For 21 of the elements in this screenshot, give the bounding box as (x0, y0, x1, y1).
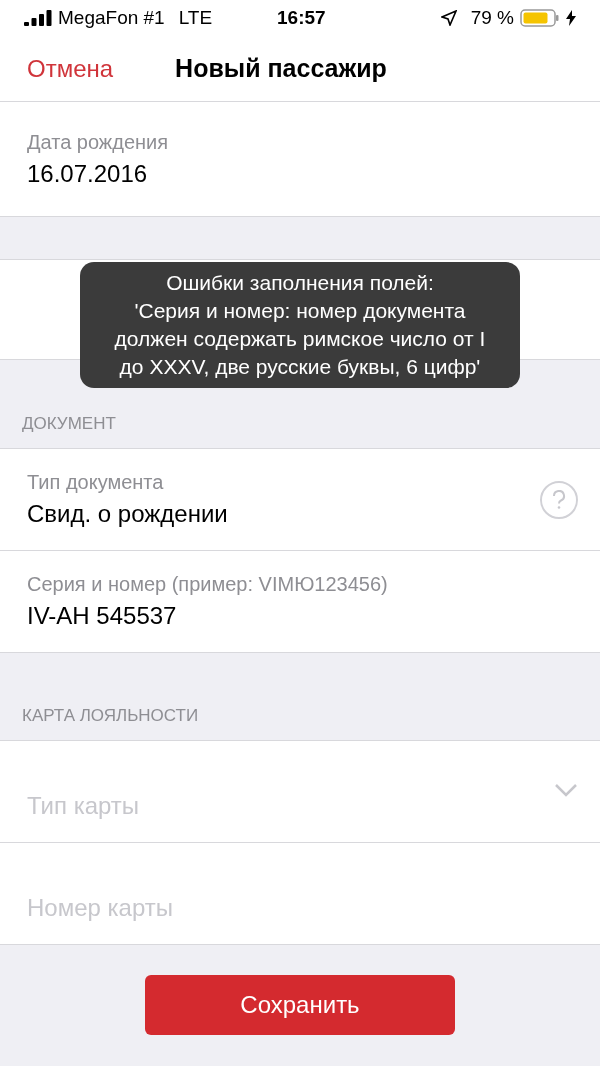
battery-icon (520, 9, 560, 27)
field-value[interactable]: IV-AH 545537 (27, 601, 578, 631)
help-icon[interactable] (540, 480, 578, 519)
carrier-name: MegaFon #1 (58, 5, 165, 30)
clock: 16:57 (277, 5, 326, 30)
chevron-down-icon[interactable] (554, 783, 578, 797)
section-header: КАРТА ЛОЯЛЬНОСТИ (22, 704, 199, 727)
network-type: LTE (178, 5, 213, 30)
field-label: Дата рождения (27, 129, 170, 155)
cancel-button[interactable]: Отмена (27, 50, 114, 87)
field-label: Серия и номер (пример: VIMЮ123456) (27, 572, 389, 597)
error-toast: Ошибки заполнения полей: 'Серия и номер: номер документа должен содержать римское число от I до XXXV, две русские буквы, 6 цифр' (80, 262, 520, 388)
field-value[interactable]: 16.07.2016 (27, 158, 600, 189)
field-value[interactable]: Свид. о рождении (27, 499, 540, 529)
section-header: ДОКУМЕНТ (22, 412, 116, 435)
location-arrow-icon (440, 10, 457, 26)
signal-icon (24, 10, 54, 26)
save-button[interactable]: Сохранить (145, 975, 455, 1035)
battery-percent: 79 % (470, 5, 514, 30)
screen-title: Новый пассажир (175, 52, 387, 84)
field-label: Тип документа (27, 470, 165, 495)
